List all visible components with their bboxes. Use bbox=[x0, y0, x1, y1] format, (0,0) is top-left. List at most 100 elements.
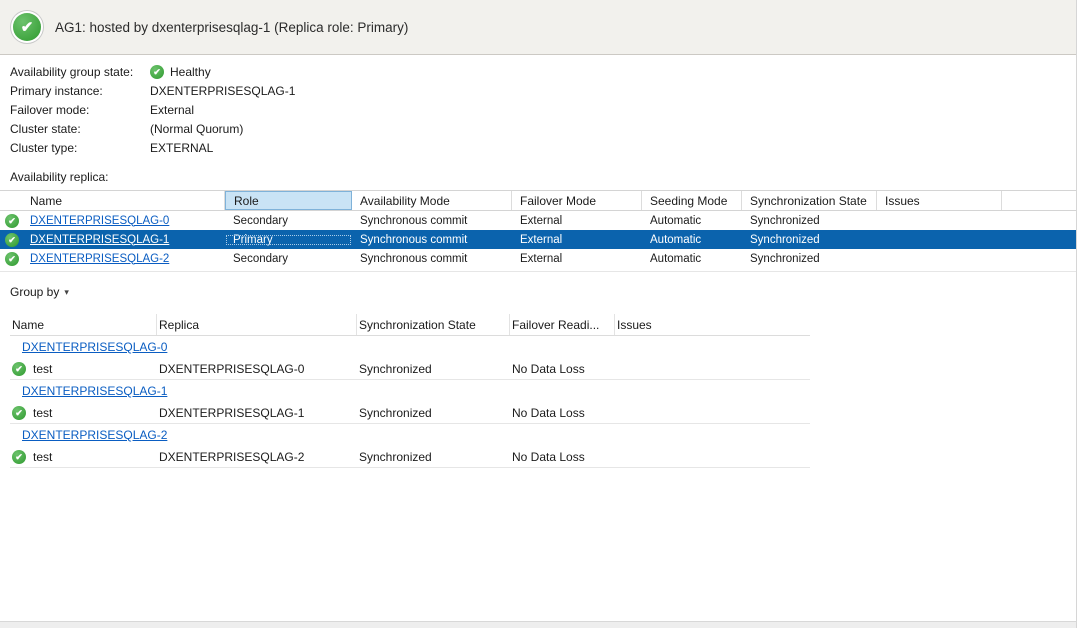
page-title: AG1: hosted by dxenterprisesqlag-1 (Repl… bbox=[55, 20, 408, 35]
database-group-row: DXENTERPRISESQLAG-2 bbox=[10, 424, 810, 446]
column-header-failover-readiness[interactable]: Failover Readi... bbox=[510, 314, 615, 335]
database-replica-cell: DXENTERPRISESQLAG-1 bbox=[157, 406, 357, 420]
replica-role-cell: Secondary bbox=[225, 215, 352, 227]
database-name-cell: ✔ test bbox=[10, 362, 157, 376]
dashboard-header: ✔ AG1: hosted by dxenterprisesqlag-1 (Re… bbox=[0, 0, 1076, 55]
replica-sync-state-cell: Synchronized bbox=[742, 253, 877, 265]
replica-name-cell: DXENTERPRISESQLAG-2 bbox=[22, 253, 225, 265]
column-header-filler bbox=[1002, 191, 1077, 210]
summary-value: (Normal Quorum) bbox=[150, 122, 243, 136]
summary-label: Availability group state: bbox=[10, 65, 150, 79]
replica-table-header: Name Role Availability Mode Failover Mod… bbox=[0, 190, 1077, 211]
healthy-check-icon: ✔ bbox=[12, 406, 26, 420]
database-replica-cell: DXENTERPRISESQLAG-0 bbox=[157, 362, 357, 376]
replica-name-link[interactable]: DXENTERPRISESQLAG-2 bbox=[30, 253, 169, 265]
column-header-seeding-mode[interactable]: Seeding Mode bbox=[642, 191, 742, 210]
database-failover-readiness-cell: No Data Loss bbox=[510, 362, 615, 376]
database-name-cell: ✔ test bbox=[10, 450, 157, 464]
replica-sync-state-cell: Synchronized bbox=[742, 234, 877, 246]
replica-sync-state-cell: Synchronized bbox=[742, 215, 877, 227]
database-failover-readiness-cell: No Data Loss bbox=[510, 406, 615, 420]
database-name: test bbox=[33, 406, 52, 420]
column-header-failover-mode[interactable]: Failover Mode bbox=[512, 191, 642, 210]
column-header-synchronization-state[interactable]: Synchronization State bbox=[357, 314, 510, 335]
database-name: test bbox=[33, 362, 52, 376]
healthy-check-icon: ✔ bbox=[13, 13, 41, 41]
healthy-check-icon: ✔ bbox=[12, 362, 26, 376]
database-sync-state-cell: Synchronized bbox=[357, 406, 510, 420]
database-replica-cell: DXENTERPRISESQLAG-2 bbox=[157, 450, 357, 464]
database-row[interactable]: ✔ test DXENTERPRISESQLAG-0 Synchronized … bbox=[10, 358, 810, 380]
replica-role-cell: Secondary bbox=[225, 253, 352, 265]
window-bottom-edge bbox=[0, 621, 1076, 628]
database-failover-readiness-cell: No Data Loss bbox=[510, 450, 615, 464]
healthy-check-icon: ✔ bbox=[150, 65, 164, 79]
database-sync-state-cell: Synchronized bbox=[357, 450, 510, 464]
database-row[interactable]: ✔ test DXENTERPRISESQLAG-1 Synchronized … bbox=[10, 402, 810, 424]
column-header-issues[interactable]: Issues bbox=[615, 314, 810, 335]
column-header-name[interactable]: Name bbox=[0, 191, 225, 210]
replica-failover-mode-cell: External bbox=[512, 215, 642, 227]
replica-seeding-mode-cell: Automatic bbox=[642, 253, 742, 265]
database-name: test bbox=[33, 450, 52, 464]
healthy-check-icon: ✔ bbox=[5, 233, 19, 247]
summary-panel: Availability group state: ✔ Healthy Prim… bbox=[0, 55, 1076, 157]
replica-seeding-mode-cell: Automatic bbox=[642, 215, 742, 227]
healthy-check-icon: ✔ bbox=[12, 450, 26, 464]
ag-dashboard: ✔ AG1: hosted by dxenterprisesqlag-1 (Re… bbox=[0, 0, 1077, 628]
summary-row-cluster-type: Cluster type: EXTERNAL bbox=[10, 138, 1076, 157]
summary-row-primary-instance: Primary instance: DXENTERPRISESQLAG-1 bbox=[10, 81, 1076, 100]
database-sync-state-cell: Synchronized bbox=[357, 362, 510, 376]
database-table: Name Replica Synchronization State Failo… bbox=[10, 314, 810, 468]
replica-row-selected[interactable]: ✔ DXENTERPRISESQLAG-1 Primary Synchronou… bbox=[0, 230, 1077, 249]
column-header-name[interactable]: Name bbox=[10, 314, 157, 335]
replica-role-cell: Primary bbox=[225, 234, 352, 246]
row-status-cell: ✔ bbox=[0, 252, 22, 266]
replica-failover-mode-cell: External bbox=[512, 253, 642, 265]
summary-value: DXENTERPRISESQLAG-1 bbox=[150, 84, 295, 98]
replica-failover-mode-cell: External bbox=[512, 234, 642, 246]
replica-name-link[interactable]: DXENTERPRISESQLAG-1 bbox=[30, 234, 169, 246]
row-status-cell: ✔ bbox=[0, 233, 22, 247]
database-name-cell: ✔ test bbox=[10, 406, 157, 420]
healthy-check-icon: ✔ bbox=[5, 214, 19, 228]
group-replica-link[interactable]: DXENTERPRISESQLAG-1 bbox=[22, 384, 167, 398]
replica-name-link[interactable]: DXENTERPRISESQLAG-0 bbox=[30, 215, 169, 227]
replica-availability-mode-cell: Synchronous commit bbox=[352, 215, 512, 227]
summary-label: Cluster type: bbox=[10, 141, 150, 155]
replica-name-cell: DXENTERPRISESQLAG-1 bbox=[22, 234, 225, 246]
column-header-synchronization-state[interactable]: Synchronization State bbox=[742, 191, 877, 210]
database-group-row: DXENTERPRISESQLAG-0 bbox=[10, 336, 810, 358]
summary-row-cluster-state: Cluster state: (Normal Quorum) bbox=[10, 119, 1076, 138]
row-status-cell: ✔ bbox=[0, 214, 22, 228]
group-by-button[interactable]: Group by ▾ bbox=[10, 285, 69, 299]
availability-replica-label: Availability replica: bbox=[10, 170, 1076, 184]
summary-row-group-state: Availability group state: ✔ Healthy bbox=[10, 62, 1076, 81]
summary-row-failover-mode: Failover mode: External bbox=[10, 100, 1076, 119]
database-group-row: DXENTERPRISESQLAG-1 bbox=[10, 380, 810, 402]
replica-row[interactable]: ✔ DXENTERPRISESQLAG-2 Secondary Synchron… bbox=[0, 249, 1077, 268]
summary-value: External bbox=[150, 103, 194, 117]
replica-seeding-mode-cell: Automatic bbox=[642, 234, 742, 246]
replica-name-cell: DXENTERPRISESQLAG-0 bbox=[22, 215, 225, 227]
replica-availability-mode-cell: Synchronous commit bbox=[352, 234, 512, 246]
database-table-header: Name Replica Synchronization State Failo… bbox=[10, 314, 810, 336]
summary-label: Cluster state: bbox=[10, 122, 150, 136]
summary-label: Primary instance: bbox=[10, 84, 150, 98]
summary-value: Healthy bbox=[170, 65, 211, 79]
column-header-replica[interactable]: Replica bbox=[157, 314, 357, 335]
replica-table: Name Role Availability Mode Failover Mod… bbox=[0, 190, 1077, 272]
column-header-issues[interactable]: Issues bbox=[877, 191, 1002, 210]
group-by-label: Group by bbox=[10, 285, 59, 299]
chevron-down-icon: ▾ bbox=[64, 288, 69, 297]
summary-value: EXTERNAL bbox=[150, 141, 213, 155]
group-replica-link[interactable]: DXENTERPRISESQLAG-2 bbox=[22, 428, 167, 442]
database-row[interactable]: ✔ test DXENTERPRISESQLAG-2 Synchronized … bbox=[10, 446, 810, 468]
replica-row[interactable]: ✔ DXENTERPRISESQLAG-0 Secondary Synchron… bbox=[0, 211, 1077, 230]
group-replica-link[interactable]: DXENTERPRISESQLAG-0 bbox=[22, 340, 167, 354]
column-header-availability-mode[interactable]: Availability Mode bbox=[352, 191, 512, 210]
column-header-role[interactable]: Role bbox=[225, 191, 352, 210]
healthy-check-icon: ✔ bbox=[5, 252, 19, 266]
summary-label: Failover mode: bbox=[10, 103, 150, 117]
replica-availability-mode-cell: Synchronous commit bbox=[352, 253, 512, 265]
